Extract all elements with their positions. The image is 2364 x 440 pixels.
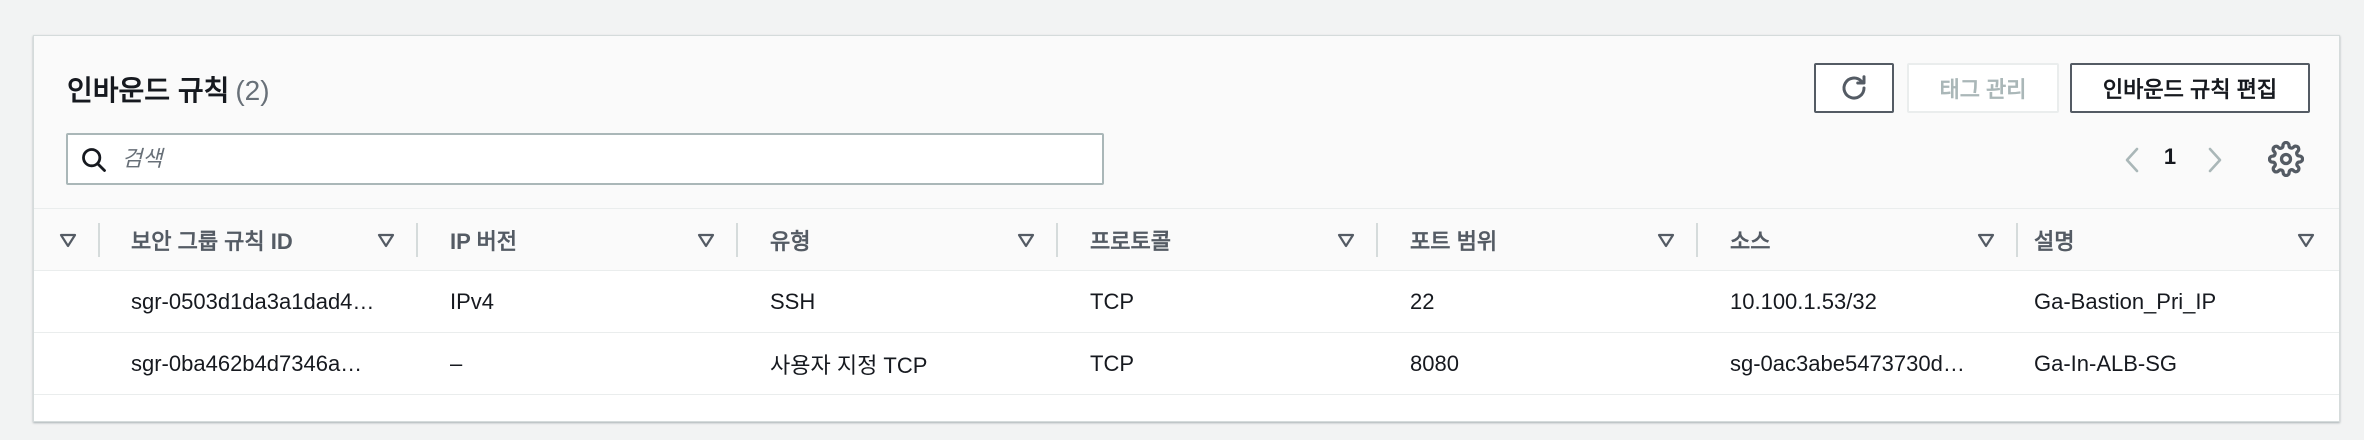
sort-down-icon[interactable] [1656,230,1676,250]
chevron-left-icon[interactable] [2117,141,2147,179]
column-divider[interactable] [736,223,738,257]
cell-type: SSH [770,289,816,314]
rule-count: (2) [235,75,270,106]
cell-source: sg-0ac3abe5473730d… [1730,351,1965,376]
manage-tags-button[interactable]: 태그 관리 [1907,63,2059,113]
table-row[interactable]: sgr-0ba462b4d7346a… – 사용자 지정 TCP TCP 808… [34,333,2339,395]
table-row[interactable]: sgr-0503d1da3a1dad4… IPv4 SSH TCP 22 10.… [34,271,2339,333]
gear-icon[interactable] [2268,141,2304,177]
cell-protocol: TCP [1090,351,1134,376]
current-page[interactable]: 1 [2160,144,2180,170]
search-icon [82,148,106,172]
chevron-right-icon[interactable] [2200,141,2230,179]
cell-port-range: 22 [1410,289,1435,314]
sort-down-icon[interactable] [696,230,716,250]
cell-rule-id: sgr-0ba462b4d7346a… [131,351,363,376]
column-header-description[interactable]: 설명 [2034,209,2074,271]
sort-down-icon[interactable] [2296,230,2316,250]
refresh-icon [1842,75,1866,100]
edit-inbound-rules-button[interactable]: 인바운드 규칙 편집 [2070,63,2310,113]
sort-down-icon[interactable] [1016,230,1036,250]
refresh-button[interactable] [1814,63,1894,113]
panel-title: 인바운드 규칙 (2) [67,69,270,109]
sort-down-icon[interactable] [1336,230,1356,250]
column-header-ip-version[interactable]: IP 버전 [450,209,517,271]
cell-description: Ga-Bastion_Pri_IP [2034,289,2217,314]
table-header: 보안 그룹 규칙 ID IP 버전 유형 프로토콜 포트 범위 소스 설명 [34,209,2339,271]
cell-rule-id: sgr-0503d1da3a1dad4… [131,289,375,314]
column-divider[interactable] [98,223,100,257]
sort-down-icon[interactable] [376,230,396,250]
column-divider[interactable] [1696,223,1698,257]
column-divider[interactable] [2016,223,2018,257]
search-box[interactable] [66,133,1104,185]
column-header-rule-id[interactable]: 보안 그룹 규칙 ID [131,209,293,271]
column-header-source[interactable]: 소스 [1730,209,1770,271]
cell-ip-version: – [450,351,463,376]
cell-description: Ga-In-ALB-SG [2034,351,2178,376]
cell-ip-version: IPv4 [450,289,495,314]
inbound-rules-panel: 인바운드 규칙(2) 태그 관리 인바운드 규칙 편집 1 보안 그룹 규칙 I… [33,35,2340,422]
column-divider[interactable] [1056,223,1058,257]
sort-down-icon[interactable] [58,230,78,250]
column-divider[interactable] [1376,223,1378,257]
search-input[interactable] [122,141,1082,177]
sort-down-icon[interactable] [1976,230,1996,250]
column-header-type[interactable]: 유형 [770,209,810,271]
column-divider[interactable] [416,223,418,257]
panel-title-text: 인바운드 규칙 [67,75,230,106]
cell-source: 10.100.1.53/32 [1730,289,1877,314]
column-header-protocol[interactable]: 프로토콜 [1090,209,1171,271]
column-header-port-range[interactable]: 포트 범위 [1410,209,1497,271]
cell-protocol: TCP [1090,289,1134,314]
cell-port-range: 8080 [1410,351,1459,376]
cell-type: 사용자 지정 TCP [770,353,928,378]
